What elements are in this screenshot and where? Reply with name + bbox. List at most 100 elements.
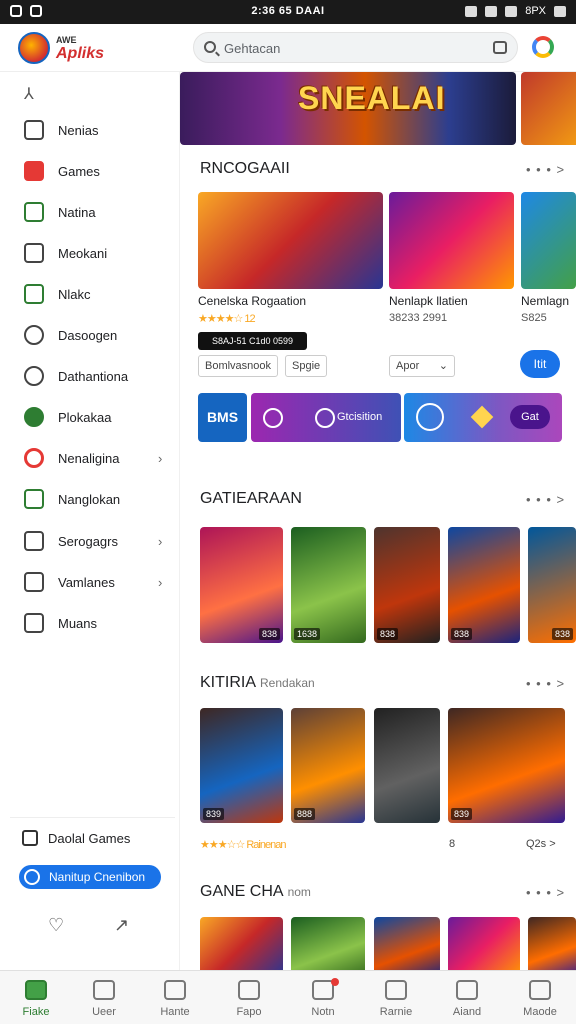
sidebar-item-natina[interactable]: Natina: [0, 194, 180, 230]
sidebar-item-dasoogen[interactable]: Dasoogen: [0, 317, 180, 353]
apps-icon: [24, 202, 44, 222]
hero-banner[interactable]: SNEALAI: [180, 72, 516, 145]
game-card-title[interactable]: Nemlagn: [521, 294, 569, 308]
page-indicator: 8: [449, 838, 456, 850]
chat-icon: [456, 980, 478, 1000]
next-page-button[interactable]: Q2s >: [526, 838, 556, 850]
app-logo[interactable]: AWE Apliks: [56, 34, 104, 62]
nav-tab-library[interactable]: Ueer: [68, 971, 140, 1024]
volume-icon: [505, 5, 518, 17]
sidebar-item-meokani[interactable]: Meokani: [0, 235, 180, 271]
account-icon[interactable]: [532, 36, 554, 58]
rating-row: ★★★☆☆ Rainenan: [200, 839, 286, 851]
sidebar-item-nanglokan[interactable]: Nanglokan: [0, 481, 180, 517]
section-title-text: GANE CHA: [200, 883, 284, 900]
promo-tile[interactable]: BMS: [198, 393, 247, 442]
nav-tab-label: Hante: [160, 1006, 190, 1018]
sidebar-item-dathantiona[interactable]: Dathantiona: [0, 358, 180, 394]
chart-icon: [24, 243, 44, 263]
globe-icon: [24, 407, 44, 427]
battery-icon: [554, 5, 566, 17]
nav-tab-chat[interactable]: Aiand: [431, 971, 503, 1024]
sidebar-item-label: Serogagrs: [58, 533, 118, 549]
section-title-text: KITIRIA: [200, 674, 257, 691]
game-tile[interactable]: 839: [448, 708, 565, 823]
voice-search-icon[interactable]: [493, 41, 507, 54]
sidebar-footer-item[interactable]: Daolal Games: [22, 830, 130, 846]
nav-tab-search[interactable]: Rarnie: [360, 971, 432, 1024]
game-card-image[interactable]: [521, 192, 576, 289]
sidebar-action-button[interactable]: Nanitup Cnenibon: [19, 865, 161, 889]
game-card-title[interactable]: Nenlapk llatien: [389, 294, 468, 308]
game-tile[interactable]: [291, 917, 365, 970]
heart-icon[interactable]: ♡: [48, 915, 64, 936]
grid-icon: [24, 572, 44, 592]
game-tile[interactable]: [374, 708, 440, 823]
app-logo-icon[interactable]: [18, 32, 50, 64]
install-button[interactable]: Itit: [520, 350, 560, 378]
sidebar-item-label: Nenias: [58, 122, 99, 138]
sidebar-item-plokakaa[interactable]: Plokakaa: [0, 399, 180, 435]
sidebar-item-muans[interactable]: Muans: [0, 605, 180, 641]
nav-tab-offers[interactable]: Fapo: [213, 971, 285, 1024]
promo-banner[interactable]: Gat: [404, 393, 562, 442]
game-tile[interactable]: [200, 917, 283, 970]
game-tile[interactable]: 838: [448, 527, 520, 643]
sidebar-item-label: Nanglokan: [58, 491, 121, 507]
sidebar-item-label: Nlakc: [58, 286, 91, 302]
game-tile[interactable]: 839: [200, 708, 283, 823]
sidebar-footer-label: Daolal Games: [48, 830, 131, 846]
nav-tab-games[interactable]: Hante: [139, 971, 211, 1024]
game-card-image[interactable]: [389, 192, 514, 289]
section-title: GANE CHA nom: [200, 883, 311, 901]
collapse-icon[interactable]: ⅄: [24, 84, 34, 104]
sidebar-item-nenaligina[interactable]: Nenaligina ›: [0, 440, 180, 476]
battery-label: 8PX: [525, 5, 546, 17]
game-tile[interactable]: [374, 917, 440, 970]
game-tile[interactable]: [528, 917, 576, 970]
search-input[interactable]: Gehtacan: [193, 32, 518, 63]
sidebar-item-label: Dathantiona: [58, 368, 129, 384]
more-button[interactable]: • • • >: [526, 162, 565, 177]
get-button[interactable]: Gat: [510, 405, 550, 429]
game-card-image[interactable]: [198, 192, 383, 289]
sidebar-item-serogagrs[interactable]: Serogagrs ›: [0, 523, 180, 559]
list-icon: [24, 613, 44, 633]
more-button[interactable]: • • • >: [526, 885, 565, 900]
globe-icon: [315, 408, 335, 428]
sidebar-item-nlakc[interactable]: Nlakc: [0, 276, 180, 312]
sidebar-item-games[interactable]: Games: [0, 153, 180, 189]
sort-dropdown[interactable]: Apor ⌄: [389, 355, 455, 377]
filter-chip[interactable]: Bomlvasnook: [198, 355, 279, 377]
nav-tab-profile[interactable]: Maode: [504, 971, 576, 1024]
hero-banner-next[interactable]: [521, 72, 576, 145]
game-tile[interactable]: 838: [374, 527, 440, 643]
game-tile[interactable]: [448, 917, 520, 970]
sidebar-item-vamlanes[interactable]: Vamlanes ›: [0, 564, 180, 600]
nav-tab-notifications[interactable]: Notn: [287, 971, 359, 1024]
home-icon: [24, 120, 44, 140]
section-subtitle: Rendakan: [260, 676, 315, 690]
sidebar-item-label: Plokakaa: [58, 409, 112, 425]
chevron-right-icon: ›: [158, 450, 163, 466]
nav-tab-home[interactable]: Fiake: [0, 971, 72, 1024]
filter-chip[interactable]: Spgie: [285, 355, 328, 377]
game-tile[interactable]: 838: [200, 527, 283, 643]
main-content: SNEALAI RNCOGAAII • • • > Cenelska Rogaa…: [180, 72, 576, 970]
more-button[interactable]: • • • >: [526, 676, 565, 691]
tag-icon: [238, 980, 260, 1000]
game-card-title[interactable]: Cenelska Rogaation: [198, 294, 306, 308]
game-tile[interactable]: 838: [528, 527, 576, 643]
sidebar-item-label: Games: [58, 163, 100, 179]
status-bar: 2:36 65 DAAI 8PX: [0, 0, 576, 24]
sidebar-item-nenias[interactable]: Nenias: [0, 112, 180, 148]
game-tile[interactable]: 1638: [291, 527, 366, 643]
tile-badge: 839: [203, 808, 225, 820]
share-icon[interactable]: ↗: [114, 915, 129, 936]
folder-icon: [24, 531, 44, 551]
section-title: RNCOGAAII: [200, 160, 290, 177]
award-icon: [24, 448, 44, 468]
promo-banner[interactable]: Gtcisition: [251, 393, 401, 442]
more-button[interactable]: • • • >: [526, 492, 565, 507]
game-tile[interactable]: 888: [291, 708, 365, 823]
